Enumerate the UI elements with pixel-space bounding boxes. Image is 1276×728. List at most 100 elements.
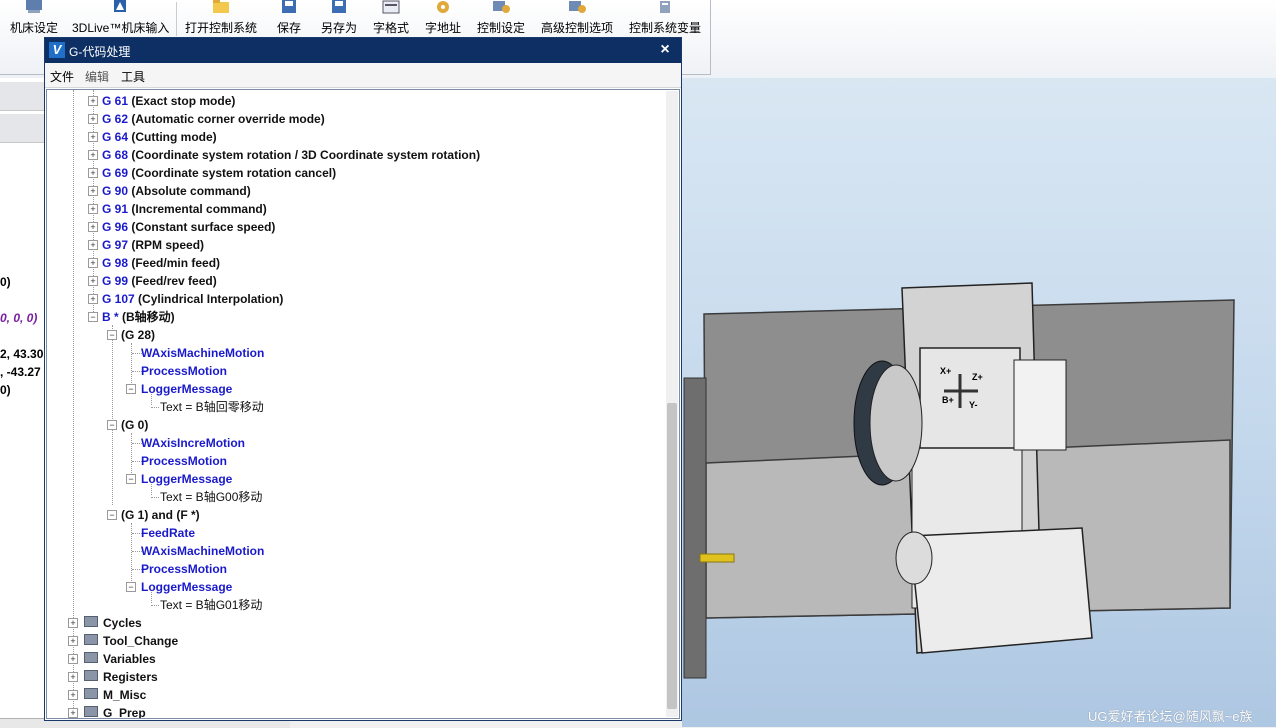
collapse-toggle-icon[interactable]: − bbox=[107, 510, 117, 520]
open-control-button[interactable]: 打开控制系统 bbox=[184, 0, 258, 40]
expand-toggle-icon[interactable]: + bbox=[68, 708, 78, 718]
machine-model: X+ Z+ B+ Y- bbox=[683, 282, 1235, 679]
expand-toggle-icon[interactable]: + bbox=[88, 204, 98, 214]
tree-item-g1-feed[interactable]: (G 1) and (F *) bbox=[121, 506, 200, 524]
gcode-code: G 68 bbox=[102, 148, 129, 162]
tree-line bbox=[131, 433, 132, 479]
expand-toggle-icon[interactable]: + bbox=[88, 186, 98, 196]
expand-toggle-icon[interactable]: + bbox=[68, 672, 78, 682]
tree-item-waxis-machine-motion[interactable]: WAxisMachineMotion bbox=[141, 344, 264, 362]
tree-item-g91[interactable]: G 91 (Incremental command) bbox=[102, 200, 267, 218]
collapse-toggle-icon[interactable]: − bbox=[88, 312, 98, 322]
gcode-code: G 99 bbox=[102, 274, 129, 288]
gcode-desc: (Incremental command) bbox=[131, 202, 267, 216]
tree-item-text[interactable]: Text = B轴G01移动 bbox=[160, 596, 262, 614]
tree-group-cycles[interactable]: Cycles bbox=[103, 614, 142, 632]
x-plus-label: X+ bbox=[940, 366, 951, 376]
expand-toggle-icon[interactable]: + bbox=[68, 618, 78, 628]
tree-group-variables[interactable]: Variables bbox=[103, 650, 156, 668]
word-address-button[interactable]: 字地址 bbox=[422, 0, 464, 40]
word-address-label: 字地址 bbox=[424, 21, 461, 35]
collapse-toggle-icon[interactable]: − bbox=[107, 330, 117, 340]
gcode-code: G 97 bbox=[102, 238, 129, 252]
3d-viewport[interactable]: X+ Z+ B+ Y- bbox=[682, 78, 1276, 727]
tree-item-g90[interactable]: G 90 (Absolute command) bbox=[102, 182, 251, 200]
tree-item-g68[interactable]: G 68 (Coordinate system rotation / 3D Co… bbox=[102, 146, 480, 164]
tree-item-process-motion[interactable]: ProcessMotion bbox=[141, 362, 227, 380]
tree-item-text[interactable]: Text = B轴G00移动 bbox=[160, 488, 262, 506]
collapse-toggle-icon[interactable]: − bbox=[126, 474, 136, 484]
tree-item-logger-message[interactable]: LoggerMessage bbox=[141, 578, 232, 596]
gcode-code: G 91 bbox=[102, 202, 129, 216]
tree-item-g99[interactable]: G 99 (Feed/rev feed) bbox=[102, 272, 217, 290]
3dlive-input-button[interactable]: 3DLive™机床输入 bbox=[72, 0, 169, 40]
tree-item-waxis-machine-motion[interactable]: WAxisMachineMotion bbox=[141, 542, 264, 560]
dialog-titlebar[interactable]: V G-代码处理 × bbox=[45, 38, 681, 63]
menu-tools[interactable]: 工具 bbox=[121, 68, 145, 85]
tree-item-process-motion[interactable]: ProcessMotion bbox=[141, 452, 227, 470]
expand-toggle-icon[interactable]: + bbox=[88, 150, 98, 160]
control-settings-button[interactable]: 控制设定 bbox=[474, 0, 528, 40]
expand-toggle-icon[interactable]: + bbox=[88, 222, 98, 232]
gcode-desc: (Coordinate system rotation cancel) bbox=[131, 166, 337, 180]
expand-toggle-icon[interactable]: + bbox=[88, 168, 98, 178]
tree-item-text[interactable]: Text = B轴回零移动 bbox=[160, 398, 264, 416]
advanced-options-button[interactable]: 高级控制选项 bbox=[538, 0, 616, 40]
tree-group-tool-change[interactable]: Tool_Change bbox=[103, 632, 178, 650]
tree-item-g62[interactable]: G 62 (Automatic corner override mode) bbox=[102, 110, 325, 128]
tree-group-m-misc[interactable]: M_Misc bbox=[103, 686, 146, 704]
tree-item-process-motion[interactable]: ProcessMotion bbox=[141, 560, 227, 578]
tree-line bbox=[112, 325, 113, 505]
tree-item-g96[interactable]: G 96 (Constant surface speed) bbox=[102, 218, 275, 236]
word-format-icon bbox=[382, 0, 400, 14]
gcode-tree[interactable]: + G 61 (Exact stop mode) + G 62 (Automat… bbox=[46, 89, 680, 719]
expand-toggle-icon[interactable]: + bbox=[68, 690, 78, 700]
tree-item-b-axis[interactable]: B * (B轴移动) bbox=[102, 308, 175, 326]
collapse-toggle-icon[interactable]: − bbox=[107, 420, 117, 430]
tree-item-logger-message[interactable]: LoggerMessage bbox=[141, 470, 232, 488]
tree-item-logger-message[interactable]: LoggerMessage bbox=[141, 380, 232, 398]
tree-item-g0[interactable]: (G 0) bbox=[121, 416, 148, 434]
tree-item-g28[interactable]: (G 28) bbox=[121, 326, 155, 344]
expand-toggle-icon[interactable]: + bbox=[88, 294, 98, 304]
expand-toggle-icon[interactable]: + bbox=[68, 654, 78, 664]
expand-toggle-icon[interactable]: + bbox=[88, 96, 98, 106]
tree-item-g97[interactable]: G 97 (RPM speed) bbox=[102, 236, 204, 254]
left-panel-text: , -43.27 bbox=[0, 365, 41, 379]
tree-item-g107[interactable]: G 107 (Cylindrical Interpolation) bbox=[102, 290, 283, 308]
save-as-button[interactable]: 另存为 bbox=[318, 0, 360, 40]
tree-item-g64[interactable]: G 64 (Cutting mode) bbox=[102, 128, 217, 146]
group-folder-icon bbox=[84, 616, 98, 627]
machine-settings-icon bbox=[26, 0, 42, 13]
vertical-scrollbar[interactable] bbox=[666, 91, 678, 717]
menu-file[interactable]: 文件 bbox=[50, 68, 74, 85]
word-format-label: 字格式 bbox=[372, 21, 409, 35]
menu-edit[interactable]: 编辑 bbox=[85, 68, 109, 85]
collapse-toggle-icon[interactable]: − bbox=[126, 384, 136, 394]
left-panel-text: 0) bbox=[0, 383, 11, 397]
tree-line bbox=[151, 407, 159, 408]
expand-toggle-icon[interactable]: + bbox=[88, 132, 98, 142]
save-as-label: 另存为 bbox=[320, 21, 357, 35]
collapse-toggle-icon[interactable]: − bbox=[126, 582, 136, 592]
machine-settings-button[interactable]: 机床设定 bbox=[8, 0, 60, 40]
tree-item-g98[interactable]: G 98 (Feed/min feed) bbox=[102, 254, 220, 272]
tree-item-g69[interactable]: G 69 (Coordinate system rotation cancel) bbox=[102, 164, 336, 182]
gcode-code: G 69 bbox=[102, 166, 129, 180]
expand-toggle-icon[interactable]: + bbox=[88, 276, 98, 286]
close-button[interactable]: × bbox=[655, 40, 675, 60]
scrollbar-thumb[interactable] bbox=[667, 403, 677, 709]
control-variables-button[interactable]: 控制系统变量 bbox=[626, 0, 704, 40]
expand-toggle-icon[interactable]: + bbox=[88, 240, 98, 250]
tree-item-g61[interactable]: G 61 (Exact stop mode) bbox=[102, 92, 235, 110]
tree-group-registers[interactable]: Registers bbox=[103, 668, 158, 686]
left-panel-text: 2, 43.30 bbox=[0, 347, 44, 361]
tree-item-feed-rate[interactable]: FeedRate bbox=[141, 524, 195, 542]
tree-item-waxis-incre-motion[interactable]: WAxisIncreMotion bbox=[141, 434, 245, 452]
tree-group-g-prep[interactable]: G_Prep bbox=[103, 704, 146, 718]
word-format-button[interactable]: 字格式 bbox=[370, 0, 412, 40]
expand-toggle-icon[interactable]: + bbox=[68, 636, 78, 646]
expand-toggle-icon[interactable]: + bbox=[88, 258, 98, 268]
expand-toggle-icon[interactable]: + bbox=[88, 114, 98, 124]
save-button[interactable]: 保存 bbox=[272, 0, 306, 40]
